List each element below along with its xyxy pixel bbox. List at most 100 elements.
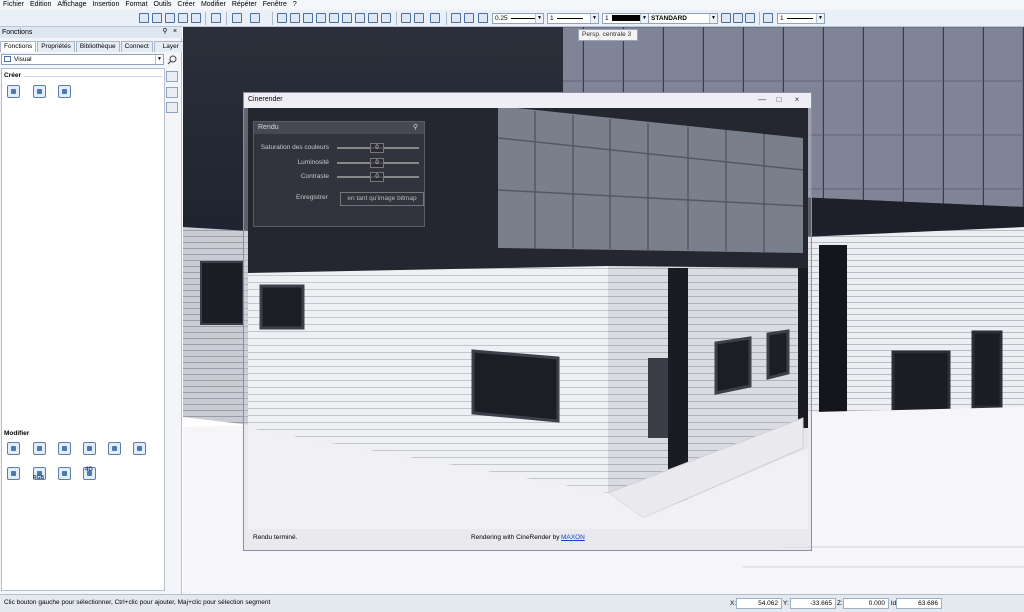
tab-connect[interactable]: Connect xyxy=(120,41,153,52)
undo-icon[interactable] xyxy=(232,13,242,23)
render-camera-icon[interactable] xyxy=(7,85,20,98)
layer-select[interactable]: STANDARD ▼ xyxy=(648,13,718,24)
contrast-value[interactable]: 0 xyxy=(370,172,384,182)
section-modify-label: Modifier xyxy=(4,430,30,437)
saturation-row: Saturation des couleurs 0 xyxy=(254,143,424,153)
render-panel-title: Rendu ⚲ xyxy=(254,122,424,134)
select-icon[interactable] xyxy=(401,13,411,23)
menu-fichier[interactable]: Fichier xyxy=(0,0,27,10)
z-coordinate[interactable]: 0.000 xyxy=(843,598,889,609)
layer-settings-icon[interactable] xyxy=(745,13,755,23)
surface-settings-icon[interactable] xyxy=(108,442,121,455)
render-credit-text: Rendering with CineRender by xyxy=(471,534,560,541)
plan-icon[interactable] xyxy=(355,13,365,23)
zoom-window-icon[interactable] xyxy=(414,13,424,23)
pattern-sample xyxy=(786,17,813,19)
render-image-icon[interactable] xyxy=(33,85,46,98)
menu-fenetre[interactable]: Fenêtre xyxy=(260,0,290,10)
side-tool-button[interactable] xyxy=(166,71,178,82)
pen-thickness-select[interactable]: 0.25 ▼ xyxy=(492,13,544,24)
grid-icon[interactable] xyxy=(152,13,162,23)
toolbar-separator xyxy=(205,12,206,25)
image-icon[interactable] xyxy=(211,13,221,23)
functions-palette: Créer Modifier RGB 4D xyxy=(1,68,165,591)
cinerender-title: Cinerender xyxy=(248,96,283,103)
pin-icon[interactable]: ⚲ xyxy=(161,28,169,36)
menu-help[interactable]: ? xyxy=(290,0,300,10)
layers-icon[interactable] xyxy=(139,13,149,23)
rectangle-icon[interactable] xyxy=(277,13,287,23)
close-icon[interactable]: × xyxy=(171,28,179,36)
render-icon[interactable] xyxy=(430,13,440,23)
line-sample xyxy=(510,17,537,19)
render-video-icon[interactable] xyxy=(58,85,71,98)
save-label: Enregistrer xyxy=(296,194,328,201)
sun-settings-icon[interactable] xyxy=(33,442,46,455)
menu-repeter[interactable]: Répéter xyxy=(229,0,260,10)
color-select[interactable]: 1 ▼ xyxy=(602,13,649,24)
module-select[interactable]: Visual ▼ xyxy=(1,54,164,65)
tab-proprietes[interactable]: Propriétés xyxy=(37,41,75,52)
menu-insertion[interactable]: Insertion xyxy=(89,0,122,10)
render-adjust-panel: Rendu ⚲ Saturation des couleurs 0 Luminosi… xyxy=(253,121,425,227)
pattern-select[interactable]: 1 ▼ xyxy=(777,13,825,24)
side-tool-button[interactable] xyxy=(166,102,178,113)
menu-outils[interactable]: Outils xyxy=(151,0,175,10)
distance-value[interactable]: 63.686 xyxy=(896,598,942,609)
print-icon[interactable] xyxy=(191,13,201,23)
maximize-icon[interactable]: □ xyxy=(771,94,787,105)
menu-modifier[interactable]: Modifier xyxy=(198,0,229,10)
box-icon[interactable] xyxy=(381,13,391,23)
functions-panel: Fonctions ⚲ × Fonctions Propriétés Bibli… xyxy=(0,27,188,594)
layer-value: STANDARD xyxy=(651,15,687,22)
pin-icon[interactable]: ⚲ xyxy=(413,122,418,134)
save-bitmap-button[interactable]: en tant qu'image bitmap xyxy=(340,192,424,206)
layer-visibility-icon[interactable] xyxy=(721,13,731,23)
light-source-icon[interactable] xyxy=(133,442,146,455)
light-settings-icon[interactable] xyxy=(7,442,20,455)
color-picker-icon[interactable] xyxy=(7,467,20,480)
cinerender-title-bar: Cinerender — □ × xyxy=(244,93,811,108)
menu-affichage[interactable]: Affichage xyxy=(54,0,89,10)
frame-icon[interactable] xyxy=(342,13,352,23)
cube-icon[interactable] xyxy=(368,13,378,23)
hatch-icon[interactable] xyxy=(763,13,773,23)
toolbar-separator xyxy=(226,12,227,25)
lightbulb-icon[interactable] xyxy=(733,13,743,23)
window-icon[interactable] xyxy=(290,13,300,23)
maxon-link[interactable]: MAXON xyxy=(561,529,585,547)
y-coordinate[interactable]: -33.665 xyxy=(790,598,836,609)
cinerender-status-bar: Rendu terminé. Rendering with CineRender… xyxy=(248,529,808,547)
x-coordinate[interactable]: 54.062 xyxy=(736,598,782,609)
search-icon[interactable] xyxy=(167,55,177,65)
tab-fonctions[interactable]: Fonctions xyxy=(0,41,37,52)
toolbar-separator xyxy=(272,12,273,25)
redo-icon[interactable] xyxy=(250,13,260,23)
line-type-value: 1 xyxy=(550,15,554,22)
menu-format[interactable]: Format xyxy=(122,0,150,10)
line-type-select[interactable]: 1 ▼ xyxy=(547,13,599,24)
section-divider xyxy=(24,76,162,77)
copy-icon[interactable] xyxy=(165,13,175,23)
panel-title-bar: Fonctions ⚲ × xyxy=(0,27,182,38)
minimize-icon[interactable]: — xyxy=(754,94,770,105)
menu-edition[interactable]: Edition xyxy=(27,0,54,10)
menu-creer[interactable]: Créer xyxy=(174,0,198,10)
stairs-icon[interactable] xyxy=(303,13,313,23)
material-icon[interactable] xyxy=(83,442,96,455)
image-edit-icon[interactable] xyxy=(58,467,71,480)
brush-icon[interactable] xyxy=(464,13,474,23)
pen-icon[interactable] xyxy=(451,13,461,23)
save-icon[interactable] xyxy=(178,13,188,23)
side-tool-button[interactable] xyxy=(166,87,178,98)
paste-icon[interactable] xyxy=(329,13,339,23)
cut-icon[interactable] xyxy=(316,13,326,23)
saturation-value[interactable]: 0 xyxy=(370,143,384,153)
close-icon[interactable]: × xyxy=(789,94,805,105)
tab-bibliotheque[interactable]: Bibliothèque xyxy=(75,41,120,52)
pencil-icon[interactable] xyxy=(478,13,488,23)
render-panel-title-text: Rendu xyxy=(258,124,279,131)
texture-icon[interactable] xyxy=(58,442,71,455)
rgb-label: RGB xyxy=(33,475,45,481)
luminosity-value[interactable]: 0 xyxy=(370,158,384,168)
